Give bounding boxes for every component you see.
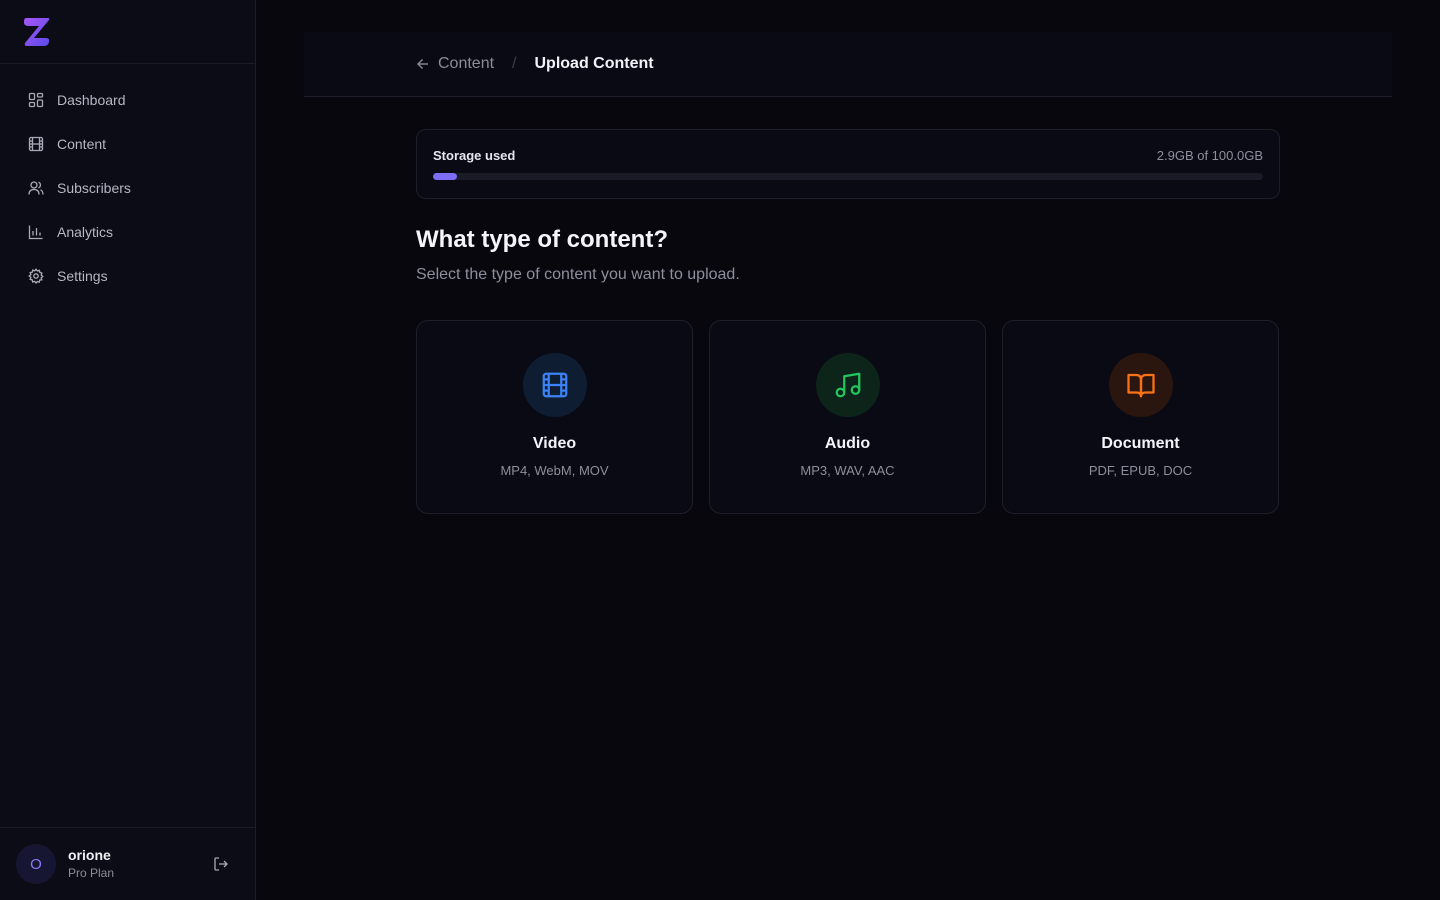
sidebar-item-content[interactable]: Content xyxy=(0,122,255,166)
sidebar-item-analytics[interactable]: Analytics xyxy=(0,210,255,254)
z-logo-icon xyxy=(24,17,50,46)
breadcrumb-back-link[interactable]: Content xyxy=(416,55,494,73)
content-type-cards: Video MP4, WebM, MOV Audio MP3, WAV, AAC… xyxy=(416,320,1280,514)
arrow-left-icon xyxy=(417,59,428,69)
sidebar-item-label: Subscribers xyxy=(57,180,131,196)
gear-icon xyxy=(28,268,44,284)
card-formats: MP3, WAV, AAC xyxy=(800,463,895,478)
card-title: Audio xyxy=(824,435,871,452)
sidebar-item-dashboard[interactable]: Dashboard xyxy=(0,78,255,122)
content-type-card-document[interactable]: Document PDF, EPUB, DOC xyxy=(1002,320,1279,514)
logo[interactable] xyxy=(0,0,255,64)
book-icon xyxy=(1126,373,1155,398)
sidebar-item-label: Dashboard xyxy=(57,92,126,108)
storage-value: 2.9GB of 100.0GB xyxy=(1156,148,1263,163)
card-formats: PDF, EPUB, DOC xyxy=(1088,463,1193,478)
sidebar-item-label: Settings xyxy=(57,268,108,284)
music-note-icon xyxy=(835,372,860,398)
section-subheading: Select the type of content you want to u… xyxy=(416,266,740,283)
card-title: Document xyxy=(1101,435,1180,452)
bar-chart-icon xyxy=(28,224,44,240)
card-icon-circle xyxy=(522,353,587,417)
avatar[interactable]: O xyxy=(16,844,56,884)
storage-progress-fill xyxy=(433,173,458,180)
users-icon xyxy=(28,180,44,196)
sidebar-item-settings[interactable]: Settings xyxy=(0,254,255,298)
sidebar-item-label: Content xyxy=(57,136,107,152)
content-type-card-video[interactable]: Video MP4, WebM, MOV xyxy=(416,320,693,514)
content-type-card-audio[interactable]: Audio MP3, WAV, AAC xyxy=(709,320,986,514)
storage-label: Storage used xyxy=(433,148,516,163)
user-panel: O orione Pro Plan xyxy=(0,827,255,900)
storage-panel: Storage used 2.9GB of 100.0GB xyxy=(416,129,1280,199)
sidebar-item-subscribers[interactable]: Subscribers xyxy=(0,166,255,210)
sidebar-nav: Dashboard Content Subscribers Analytics xyxy=(0,64,255,827)
main-area: Content / Upload Content Storage used 2.… xyxy=(256,0,1440,900)
page-title: Upload Content xyxy=(534,55,654,72)
user-plan: Pro Plan xyxy=(68,866,115,880)
upload-content: Storage used 2.9GB of 100.0GB What type … xyxy=(416,129,1280,514)
breadcrumb-separator: / xyxy=(512,55,517,72)
card-formats: MP4, WebM, MOV xyxy=(500,463,609,478)
dashboard-icon xyxy=(28,92,44,108)
user-info: orione Pro Plan xyxy=(68,846,211,882)
logout-button[interactable] xyxy=(211,854,231,874)
film-icon xyxy=(542,372,567,398)
card-title: Video xyxy=(532,435,577,452)
storage-progress-bar xyxy=(433,173,1263,180)
card-icon-circle xyxy=(815,353,880,417)
film-icon xyxy=(28,136,44,152)
user-name: orione xyxy=(68,847,111,863)
section-heading: What type of content? xyxy=(416,226,668,253)
breadcrumb: Content / Upload Content xyxy=(304,32,1392,97)
logout-icon xyxy=(214,857,228,871)
breadcrumb-back-label: Content xyxy=(438,55,495,72)
card-icon-circle xyxy=(1108,353,1173,417)
sidebar-item-label: Analytics xyxy=(57,224,114,240)
sidebar: Dashboard Content Subscribers Analytics xyxy=(0,0,256,900)
